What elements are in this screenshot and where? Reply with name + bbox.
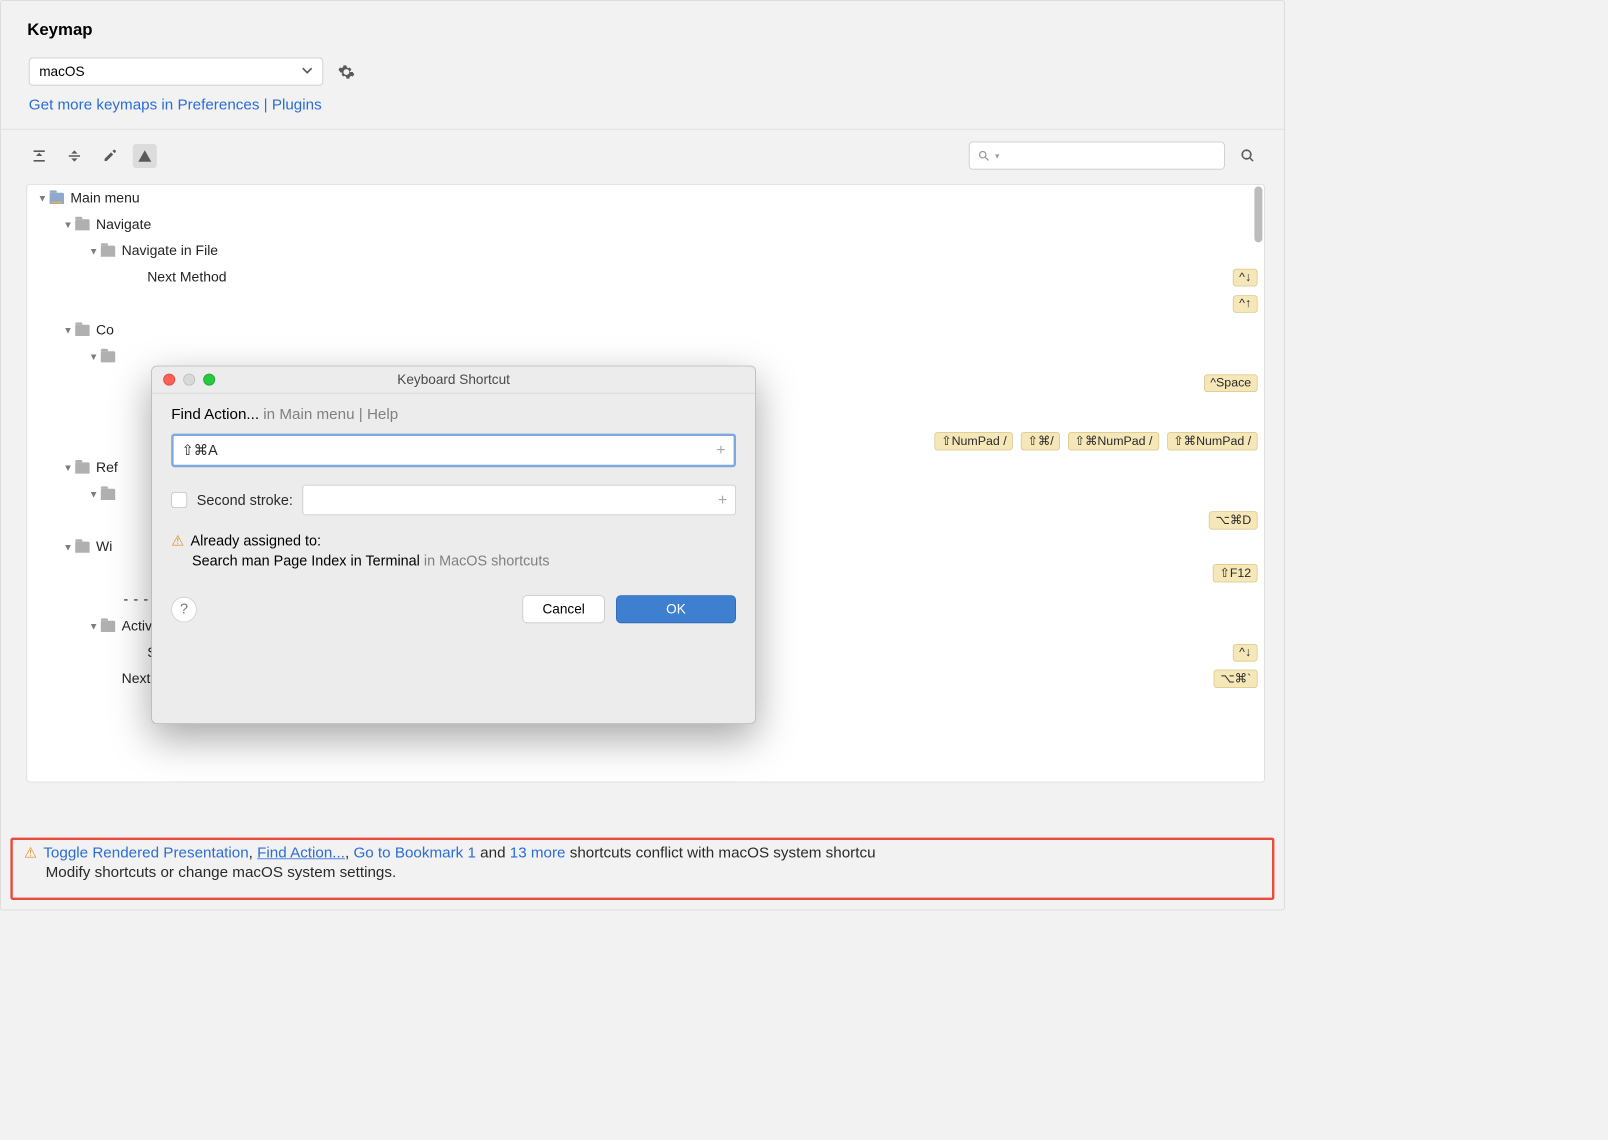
tree-label: Navigate in File [122, 242, 219, 259]
keymap-select[interactable]: macOS [29, 58, 323, 86]
shortcut-badge: ^↓ [1233, 644, 1258, 662]
first-stroke-value: ⇧⌘A [182, 442, 218, 459]
tree-row-code[interactable]: ▼ Co [27, 317, 1264, 343]
collapse-all-icon[interactable] [62, 144, 86, 168]
dialog-title: Keyboard Shortcut [152, 372, 755, 388]
tree-label: Navigate [96, 216, 151, 233]
tree-label: Main menu [70, 190, 139, 207]
gear-icon[interactable] [338, 63, 356, 81]
folder-icon [75, 219, 89, 230]
shortcut-badge: ⇧⌘NumPad / [1068, 432, 1159, 450]
edit-icon[interactable] [98, 144, 122, 168]
keymap-select-value: macOS [39, 64, 84, 80]
shortcut-badge: ^↓ [1233, 268, 1258, 286]
keyboard-shortcut-dialog: Keyboard Shortcut Find Action... in Main… [151, 366, 756, 724]
search-icon [978, 149, 991, 162]
dialog-action-context: Find Action... in Main menu | Help [171, 406, 736, 424]
second-stroke-label: Second stroke: [197, 492, 293, 509]
dialog-titlebar[interactable]: Keyboard Shortcut [152, 366, 755, 393]
disclosure-icon[interactable]: ▼ [86, 351, 100, 362]
conflict-banner-hint: Modify shortcuts or change macOS system … [24, 864, 1261, 882]
conflict-link[interactable]: Toggle Rendered Presentation [43, 845, 248, 862]
shortcut-badge: ^↑ [1233, 295, 1258, 313]
shortcut-badge: ⇧⌘/ [1021, 432, 1060, 450]
disclosure-icon[interactable]: ▼ [61, 541, 75, 552]
add-stroke-icon[interactable]: + [718, 491, 727, 509]
search-input[interactable]: ▼ [969, 142, 1225, 170]
shortcut-badge: ^Space [1204, 374, 1258, 392]
second-stroke-input[interactable]: + [302, 485, 736, 515]
tree-label: Wi [96, 538, 112, 555]
shortcut-badge: ⇧NumPad / [935, 432, 1013, 450]
tree-row-main-menu[interactable]: ▼ Main menu [27, 185, 1264, 211]
tree-label: Co [96, 322, 114, 339]
disclosure-icon[interactable]: ▼ [86, 245, 100, 256]
find-by-shortcut-icon[interactable] [1236, 144, 1260, 168]
get-more-keymaps-link[interactable]: Get more keymaps in Preferences | Plugin… [29, 97, 322, 114]
folder-icon [50, 192, 64, 203]
disclosure-icon[interactable]: ▼ [86, 620, 100, 631]
warning-icon: ⚠ [24, 845, 37, 862]
shortcut-badge: ⌥⌘D [1209, 511, 1257, 529]
conflict-link[interactable]: Find Action... [257, 845, 345, 862]
tree-label: Ref [96, 459, 118, 476]
ok-button[interactable]: OK [616, 595, 736, 623]
folder-icon [101, 351, 115, 362]
shortcut-badge: ⌥⌘` [1214, 670, 1258, 688]
folder-icon [101, 620, 115, 631]
shortcut-badge: ⇧F12 [1213, 564, 1258, 582]
conflict-warning: ⚠ Already assigned to: Search man Page I… [171, 533, 736, 570]
warning-icon: ⚠ [171, 533, 184, 550]
cancel-button[interactable]: Cancel [522, 595, 604, 623]
disclosure-icon[interactable]: ▼ [61, 219, 75, 230]
conflict-banner: ⚠ Toggle Rendered Presentation, Find Act… [10, 838, 1274, 900]
show-conflicts-icon[interactable] [133, 144, 157, 168]
first-stroke-input[interactable]: ⇧⌘A + [171, 434, 736, 468]
disclosure-icon[interactable]: ▼ [86, 488, 100, 499]
shortcut-badge: ⇧⌘NumPad / [1167, 432, 1258, 450]
search-type-caret-icon: ▼ [994, 152, 1001, 160]
folder-icon [101, 488, 115, 499]
folder-icon [75, 324, 89, 335]
expand-all-icon[interactable] [27, 144, 51, 168]
disclosure-icon[interactable]: ▼ [35, 192, 49, 203]
conflict-more-link[interactable]: 13 more [510, 845, 566, 862]
conflict-link[interactable]: Go to Bookmark 1 [353, 845, 476, 862]
scrollbar[interactable] [1254, 186, 1262, 242]
folder-icon [75, 541, 89, 552]
page-title: Keymap [1, 1, 1284, 58]
add-stroke-icon[interactable]: + [716, 441, 725, 459]
help-icon[interactable]: ? [171, 596, 197, 622]
second-stroke-checkbox[interactable] [171, 492, 187, 508]
tree-row-navigate-in-file[interactable]: ▼ Navigate in File [27, 238, 1264, 264]
disclosure-icon[interactable]: ▼ [61, 462, 75, 473]
folder-icon [101, 245, 115, 256]
chevron-down-icon [302, 64, 313, 80]
tree-row-next-method[interactable]: Next Method ^↓ [27, 264, 1264, 290]
tree-row-prev-method[interactable]: ^↑ [27, 290, 1264, 316]
tree-label: Next Method [147, 269, 226, 286]
disclosure-icon[interactable]: ▼ [61, 324, 75, 335]
folder-icon [75, 462, 89, 473]
tree-row-navigate[interactable]: ▼ Navigate [27, 211, 1264, 237]
